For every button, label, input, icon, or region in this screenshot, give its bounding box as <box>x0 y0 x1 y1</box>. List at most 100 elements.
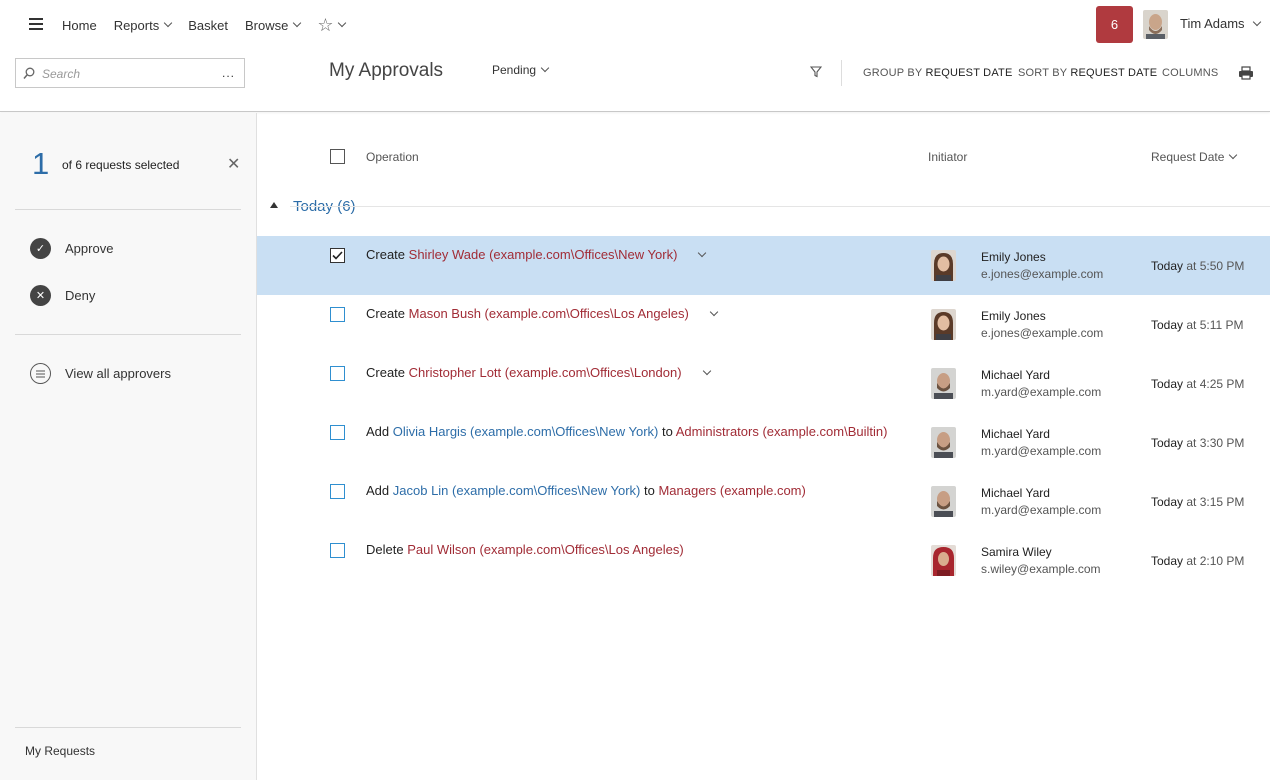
divider <box>290 206 1270 207</box>
operation-connector: to <box>662 424 673 439</box>
sort-by-button[interactable]: SORT BY REQUEST DATE <box>1018 67 1157 79</box>
sort-by-value: REQUEST DATE <box>1070 67 1158 79</box>
row-checkbox[interactable] <box>330 366 345 381</box>
operation-verb: Create <box>366 306 406 321</box>
nav-browse[interactable]: Browse <box>244 17 302 33</box>
operation-connector: to <box>643 483 655 498</box>
group-by-value: REQUEST DATE <box>925 67 1013 79</box>
chevron-down-icon <box>540 63 550 73</box>
columns-button[interactable]: COLUMNS <box>1162 67 1218 79</box>
date-day: Today <box>1151 259 1184 273</box>
chevron-down-icon[interactable] <box>698 248 707 258</box>
initiator-name: Samira Wiley <box>981 545 1052 559</box>
initiator-name: Emily Jones <box>981 309 1046 323</box>
operation-cell: Create Christopher Lott (example.com\Off… <box>366 365 711 380</box>
initiator-email: e.jones@example.com <box>981 326 1104 340</box>
print-icon[interactable] <box>1238 66 1254 80</box>
operation-cell: Create Mason Bush (example.com\Offices\L… <box>366 306 719 321</box>
group-link[interactable]: Administrators (example.com\Builtin) <box>676 424 888 439</box>
clear-selection-icon[interactable]: ✕ <box>227 157 240 173</box>
chevron-down-icon <box>1229 150 1238 160</box>
operation-cell: Add Olivia Hargis (example.com\Offices\N… <box>366 424 887 439</box>
object-link[interactable]: Paul Wilson (example.com\Offices\Los Ang… <box>407 542 684 557</box>
divider <box>15 727 241 728</box>
initiator-email: m.yard@example.com <box>981 503 1102 517</box>
table-row[interactable]: Add Jacob Lin (example.com\Offices\New Y… <box>257 472 1270 531</box>
column-header-operation[interactable]: Operation <box>366 150 419 164</box>
table-row[interactable]: Create Christopher Lott (example.com\Off… <box>257 354 1270 413</box>
table-row[interactable]: Create Mason Bush (example.com\Offices\L… <box>257 295 1270 354</box>
table-row[interactable]: Add Olivia Hargis (example.com\Offices\N… <box>257 413 1270 472</box>
user-menu[interactable]: Tim Adams <box>1180 16 1261 31</box>
initiator-name: Michael Yard <box>981 427 1050 441</box>
search-input[interactable] <box>42 65 222 83</box>
search-options-button[interactable]: ... <box>222 66 235 80</box>
list-circle-icon <box>30 363 51 384</box>
main-nav: Home Reports Basket Browse ☆ <box>62 16 362 34</box>
operation-verb: Create <box>366 247 406 262</box>
avatar <box>931 368 956 399</box>
deny-button[interactable]: ✕ Deny <box>30 285 95 306</box>
table-row[interactable]: Delete Paul Wilson (example.com\Offices\… <box>257 531 1270 590</box>
row-checkbox[interactable] <box>330 425 345 440</box>
row-checkbox[interactable] <box>330 248 345 263</box>
table-row[interactable]: Create Shirley Wade (example.com\Offices… <box>257 236 1270 295</box>
nav-home-label: Home <box>62 17 97 33</box>
chevron-down-icon[interactable] <box>702 366 711 376</box>
nav-basket-label: Basket <box>188 17 228 33</box>
view-approvers-label: View all approvers <box>65 366 171 381</box>
nav-basket[interactable]: Basket <box>188 18 228 33</box>
divider <box>15 334 241 335</box>
initiator-email: m.yard@example.com <box>981 385 1102 399</box>
row-checkbox[interactable] <box>330 307 345 322</box>
check-icon <box>332 251 343 260</box>
date-day: Today <box>1151 436 1184 450</box>
row-checkbox[interactable] <box>330 484 345 499</box>
nav-browse-label: Browse <box>244 17 289 33</box>
avatar <box>931 309 956 340</box>
request-date: Today at 5:11 PM <box>1151 318 1244 332</box>
selected-count: 1 <box>32 146 50 181</box>
nav-home[interactable]: Home <box>62 18 97 33</box>
menu-icon[interactable] <box>29 18 43 30</box>
row-checkbox[interactable] <box>330 543 345 558</box>
object-link[interactable]: Christopher Lott (example.com\Offices\Lo… <box>409 365 682 380</box>
operation-verb: Create <box>366 365 406 380</box>
operation-verb: Add <box>366 424 390 439</box>
view-all-approvers-button[interactable]: View all approvers <box>30 363 171 384</box>
collapse-group-icon[interactable] <box>270 202 278 208</box>
status-filter-dropdown[interactable]: Pending <box>492 63 550 77</box>
check-circle-icon: ✓ <box>30 238 51 259</box>
approve-button[interactable]: ✓ Approve <box>30 238 113 259</box>
object-link[interactable]: Jacob Lin (example.com\Offices\New York) <box>393 483 641 498</box>
x-circle-icon: ✕ <box>30 285 51 306</box>
date-time: at 3:15 PM <box>1186 495 1245 509</box>
my-requests-link[interactable]: My Requests <box>25 744 95 758</box>
object-link[interactable]: Mason Bush (example.com\Offices\Los Ange… <box>409 306 689 321</box>
operation-cell: Add Jacob Lin (example.com\Offices\New Y… <box>366 483 806 498</box>
object-link[interactable]: Olivia Hargis (example.com\Offices\New Y… <box>393 424 659 439</box>
request-date: Today at 2:10 PM <box>1151 554 1244 568</box>
notifications-badge[interactable]: 6 <box>1096 6 1133 43</box>
object-link[interactable]: Shirley Wade (example.com\Offices\New Yo… <box>409 247 678 262</box>
chevron-down-icon <box>163 18 173 28</box>
group-link[interactable]: Managers (example.com) <box>658 483 805 498</box>
columns-label: COLUMNS <box>1162 67 1219 79</box>
chevron-down-icon <box>338 18 347 28</box>
nav-reports[interactable]: Reports <box>114 18 173 33</box>
column-header-initiator[interactable]: Initiator <box>928 150 967 164</box>
group-by-label: GROUP BY <box>863 67 923 79</box>
request-date: Today at 4:25 PM <box>1151 377 1244 391</box>
select-all-checkbox[interactable] <box>330 149 345 164</box>
user-avatar[interactable] <box>1143 10 1168 39</box>
avatar <box>931 486 956 517</box>
chevron-down-icon[interactable] <box>709 307 719 317</box>
filter-icon[interactable] <box>810 66 822 78</box>
operation-cell: Delete Paul Wilson (example.com\Offices\… <box>366 542 684 557</box>
group-by-button[interactable]: GROUP BY REQUEST DATE <box>863 67 1013 79</box>
column-header-request-date[interactable]: Request Date <box>1151 150 1238 164</box>
date-time: at 5:11 PM <box>1186 318 1244 332</box>
nav-favorites[interactable]: ☆ <box>317 16 347 34</box>
avatar <box>931 250 956 281</box>
request-date: Today at 5:50 PM <box>1151 259 1244 273</box>
